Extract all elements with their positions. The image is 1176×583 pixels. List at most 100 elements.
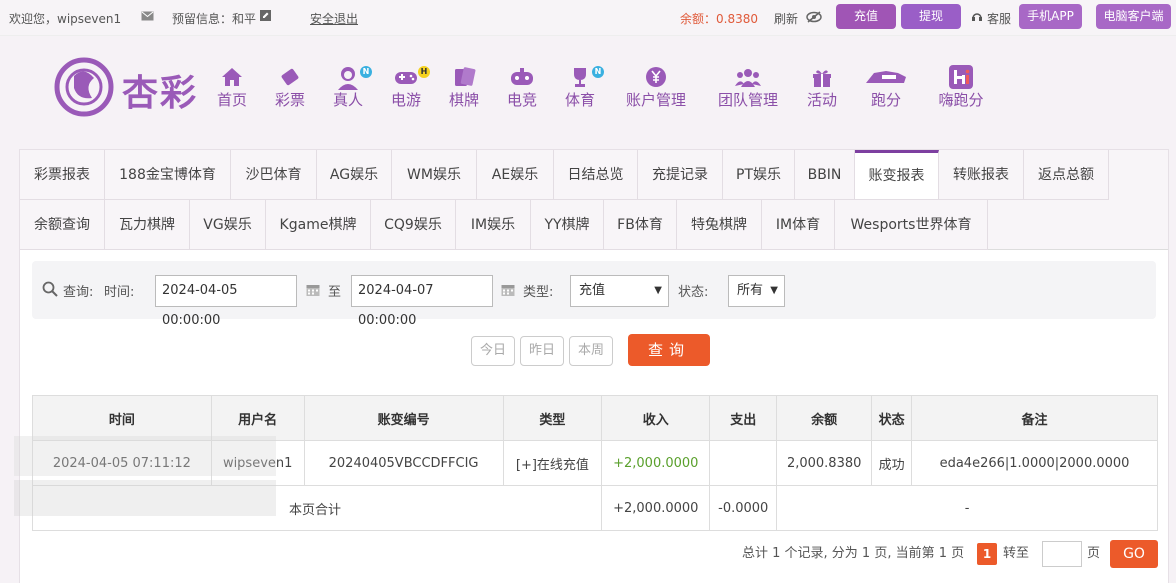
tab-fb-sports[interactable]: FB体育 xyxy=(604,200,677,250)
team-icon xyxy=(735,69,761,87)
live-dealer-icon xyxy=(338,67,358,90)
summary-row: 本页合计 +2,000.0000 -0.0000 - xyxy=(31,485,1158,531)
nav-label: 首页 xyxy=(216,91,247,109)
col-note: 备注 xyxy=(911,395,1158,441)
trophy-icon xyxy=(574,68,586,87)
edit-icon[interactable] xyxy=(260,10,271,24)
logout-link[interactable]: 安全退出 xyxy=(310,10,358,27)
cell-type: [+]在线充值 xyxy=(502,440,603,486)
col-change-id: 账变编号 xyxy=(303,395,504,441)
this-week-button[interactable]: 本周 xyxy=(569,336,613,366)
page-unit-label: 页 xyxy=(1087,546,1101,561)
tab-transfer-report[interactable]: 转账报表 xyxy=(939,150,1024,200)
tab-vg[interactable]: VG娱乐 xyxy=(190,200,266,250)
tab-kgame-cards[interactable]: Kgame棋牌 xyxy=(266,200,371,250)
nav-home[interactable]: 首页 xyxy=(214,64,250,116)
search-icon xyxy=(42,281,58,301)
status-select-value: 所有 xyxy=(737,283,764,298)
nav-slots[interactable]: H 电游 xyxy=(388,64,430,116)
col-status: 状态 xyxy=(871,395,913,441)
nav-team[interactable]: 团队管理 xyxy=(712,64,784,116)
withdraw-button[interactable]: 提现 xyxy=(901,4,961,29)
customer-service-link[interactable]: 客服 xyxy=(987,10,1011,27)
chevron-down-icon: ▼ xyxy=(654,285,662,296)
cell-status: 成功 xyxy=(871,440,913,486)
nav-account[interactable]: 账户管理 xyxy=(620,64,692,116)
nav-esports[interactable]: 电竞 xyxy=(504,64,540,116)
tab-account-change[interactable]: 账变报表 xyxy=(855,150,939,200)
nav-label: 彩票 xyxy=(274,91,305,109)
balance-display: 余额：0.8380 xyxy=(680,10,758,27)
nav-label: 活动 xyxy=(806,91,837,109)
calendar-icon[interactable] xyxy=(306,283,320,301)
go-button[interactable]: GO xyxy=(1110,540,1158,568)
tab-188bet-sports[interactable]: 188金宝博体育 xyxy=(105,150,231,200)
cell-note: eda4e266|1.0000|2000.0000 xyxy=(911,440,1158,486)
nav-run-score[interactable]: 跑分 xyxy=(862,64,910,116)
nav-activity[interactable]: 活动 xyxy=(804,64,840,116)
tab-saba-sports[interactable]: 沙巴体育 xyxy=(231,150,317,200)
tab-im-sports[interactable]: IM体育 xyxy=(762,200,835,250)
refresh-link[interactable]: 刷新 xyxy=(774,10,798,27)
calendar-icon[interactable] xyxy=(501,283,515,301)
tab-wm[interactable]: WM娱乐 xyxy=(392,150,477,200)
today-button[interactable]: 今日 xyxy=(471,336,515,366)
tab-wali-cards[interactable]: 瓦力棋牌 xyxy=(105,200,190,250)
site-logo[interactable]: 杏彩 xyxy=(54,56,204,118)
col-username: 用户名 xyxy=(210,395,305,441)
page-number-input[interactable] xyxy=(1042,541,1082,567)
account-change-table: 时间 用户名 账变编号 类型 收入 支出 余额 状态 备注 2024-04-05… xyxy=(31,395,1158,531)
logo-emblem-icon xyxy=(54,57,114,117)
tab-cq9[interactable]: CQ9娱乐 xyxy=(371,200,456,250)
type-select[interactable]: 充值 ▼ xyxy=(570,275,669,307)
tab-bbin[interactable]: BBIN xyxy=(795,150,855,200)
headset-icon[interactable] xyxy=(971,11,983,25)
pc-client-button[interactable]: 电脑客户端 xyxy=(1096,4,1171,29)
end-time-input[interactable]: 2024-04-07 00:00:00 xyxy=(351,275,493,328)
report-tabs: 彩票报表 188金宝博体育 沙巴体育 AG娱乐 WM娱乐 AE娱乐 日结总览 充… xyxy=(20,150,1168,250)
top-bar: 欢迎您，wipseven1 预留信息：和平 安全退出 余额：0.8380 刷新 … xyxy=(0,0,1176,36)
reserved-info: 预留信息：和平 xyxy=(172,12,257,26)
logo-text: 杏彩 xyxy=(122,72,199,114)
tab-lottery-report[interactable]: 彩票报表 xyxy=(20,150,105,200)
tab-ae[interactable]: AE娱乐 xyxy=(477,150,554,200)
tab-ag[interactable]: AG娱乐 xyxy=(317,150,392,200)
recharge-button[interactable]: 充值 xyxy=(836,4,896,29)
tab-deposit-withdraw[interactable]: 充提记录 xyxy=(638,150,723,200)
current-page-button[interactable]: 1 xyxy=(977,543,997,565)
tab-pt[interactable]: PT娱乐 xyxy=(723,150,795,200)
mobile-app-button[interactable]: 手机APP xyxy=(1019,4,1082,29)
nav-hi-run-score[interactable]: 嗨跑分 xyxy=(934,64,988,116)
status-label: 状态: xyxy=(678,285,709,300)
tab-daily-summary[interactable]: 日结总览 xyxy=(554,150,638,200)
tab-wesports[interactable]: Wesports世界体育 xyxy=(835,200,988,250)
nav-sports[interactable]: N 体育 xyxy=(562,64,604,116)
nav-label: 嗨跑分 xyxy=(938,91,984,109)
nav-label: 真人 xyxy=(332,91,363,109)
type-label: 类型: xyxy=(523,285,554,300)
time-label: 时间: xyxy=(104,285,135,300)
eye-hidden-icon[interactable] xyxy=(806,11,822,26)
status-select[interactable]: 所有 ▼ xyxy=(728,275,785,307)
nav-cards[interactable]: 棋牌 xyxy=(446,64,482,116)
summary-expense: -0.0000 xyxy=(709,485,778,531)
to-label: 至 xyxy=(328,285,342,300)
nav-label: 电游 xyxy=(390,91,421,109)
hi-icon xyxy=(949,65,973,89)
start-time-input[interactable]: 2024-04-05 00:00:00 xyxy=(155,275,297,328)
tab-rebate-total[interactable]: 返点总额 xyxy=(1024,150,1109,200)
mail-icon[interactable] xyxy=(141,10,154,24)
welcome-text: 欢迎您，wipseven1 xyxy=(9,12,122,26)
nav-live[interactable]: N 真人 xyxy=(330,64,372,116)
cell-expense xyxy=(709,440,778,486)
yesterday-button[interactable]: 昨日 xyxy=(520,336,564,366)
tab-yy-cards[interactable]: YY棋牌 xyxy=(531,200,604,250)
search-button[interactable]: 查询 xyxy=(628,334,710,366)
gift-icon xyxy=(813,70,831,87)
tab-balance-query[interactable]: 余额查询 xyxy=(20,200,105,250)
col-balance: 余额 xyxy=(776,395,873,441)
tab-im[interactable]: IM娱乐 xyxy=(456,200,531,250)
col-time: 时间 xyxy=(32,395,212,441)
nav-lottery[interactable]: 彩票 xyxy=(272,64,308,116)
tab-tetu-cards[interactable]: 特兔棋牌 xyxy=(677,200,762,250)
